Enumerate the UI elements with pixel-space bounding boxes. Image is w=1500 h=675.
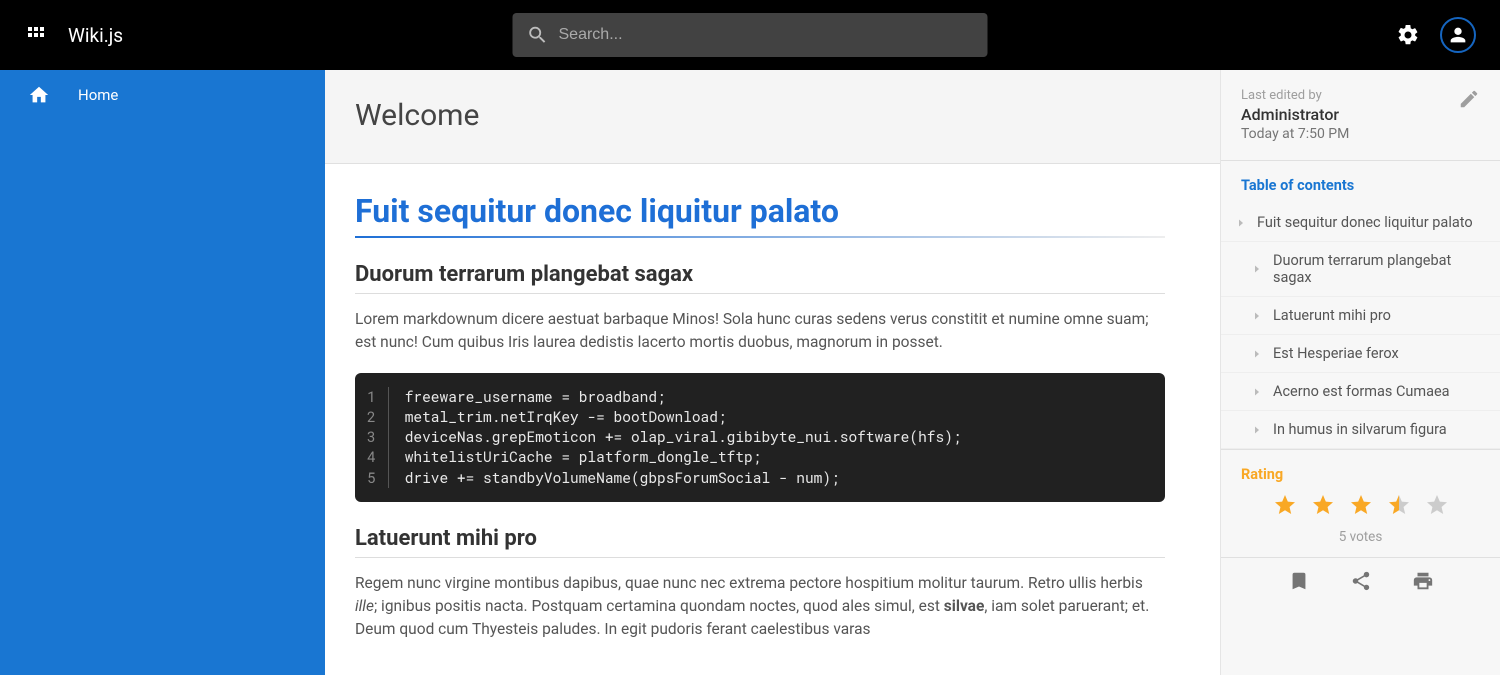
paragraph-1: Lorem markdownum dicere aestuat barbaque…: [355, 308, 1165, 355]
gear-icon[interactable]: [1396, 23, 1420, 47]
toc-item[interactable]: Latuerunt mihi pro: [1221, 297, 1500, 335]
search-icon: [527, 24, 549, 46]
account-icon: [1447, 24, 1469, 46]
bookmark-icon[interactable]: [1288, 570, 1310, 592]
sidebar-item-home[interactable]: Home: [0, 70, 325, 120]
chevron-right-icon: [1251, 348, 1263, 360]
chevron-right-icon: [1251, 310, 1263, 322]
star-icon[interactable]: [1387, 493, 1411, 521]
star-icon[interactable]: [1425, 493, 1449, 521]
toc-item[interactable]: Fuit sequitur donec liquitur palato: [1221, 204, 1500, 242]
meta-label: Last edited by: [1241, 88, 1349, 103]
chevron-right-icon: [1235, 217, 1247, 229]
heading-2a: Duorum terrarum plangebat sagax: [355, 262, 1165, 294]
meta-author: Administrator: [1241, 105, 1349, 124]
search-box[interactable]: [513, 13, 988, 57]
toc-item[interactable]: Est Hesperiae ferox: [1221, 335, 1500, 373]
table-of-contents: Table of contents Fuit sequitur donec li…: [1221, 160, 1500, 449]
toc-item[interactable]: In humus in silvarum figura: [1221, 411, 1500, 449]
rating-caption: Rating: [1241, 466, 1480, 483]
code-block: 12345 freeware_username = broadband;meta…: [355, 373, 1165, 502]
apps-icon[interactable]: [24, 23, 48, 47]
rating-panel: Rating 5 votes: [1221, 449, 1500, 557]
sidebar-item-label: Home: [78, 86, 118, 104]
star-icon[interactable]: [1349, 493, 1373, 521]
code-gutter: 12345: [355, 387, 389, 488]
search-input[interactable]: [559, 26, 974, 44]
share-icon[interactable]: [1350, 570, 1372, 592]
meta-date: Today at 7:50 PM: [1241, 126, 1349, 142]
article-body: Fuit sequitur donec liquitur palato Duor…: [325, 164, 1195, 675]
paragraph-2: Regem nunc virgine montibus dapibus, qua…: [355, 572, 1165, 642]
chevron-right-icon: [1251, 263, 1263, 275]
page-actions: [1221, 557, 1500, 604]
print-icon[interactable]: [1412, 570, 1434, 592]
brand-title: Wiki.js: [68, 24, 123, 47]
content-area: Welcome Fuit sequitur donec liquitur pal…: [325, 70, 1220, 675]
heading-2b: Latuerunt mihi pro: [355, 526, 1165, 558]
rating-stars[interactable]: [1241, 493, 1480, 521]
user-avatar[interactable]: [1440, 17, 1476, 53]
pencil-icon[interactable]: [1458, 88, 1480, 110]
star-icon[interactable]: [1273, 493, 1297, 521]
edit-meta: Last edited by Administrator Today at 7:…: [1221, 70, 1500, 160]
heading-1: Fuit sequitur donec liquitur palato: [355, 192, 1165, 238]
right-column: Last edited by Administrator Today at 7:…: [1220, 70, 1500, 675]
toc-item[interactable]: Duorum terrarum plangebat sagax: [1221, 242, 1500, 297]
chevron-right-icon: [1251, 386, 1263, 398]
topbar: Wiki.js: [0, 0, 1500, 70]
rating-votes: 5 votes: [1241, 529, 1480, 545]
code-content: freeware_username = broadband;metal_trim…: [389, 387, 978, 488]
toc-item[interactable]: Acerno est formas Cumaea: [1221, 373, 1500, 411]
page-title: Welcome: [325, 70, 1220, 164]
toc-caption: Table of contents: [1221, 161, 1500, 204]
home-icon: [28, 84, 50, 106]
sidebar: Home: [0, 70, 325, 675]
chevron-right-icon: [1251, 424, 1263, 436]
star-icon[interactable]: [1311, 493, 1335, 521]
